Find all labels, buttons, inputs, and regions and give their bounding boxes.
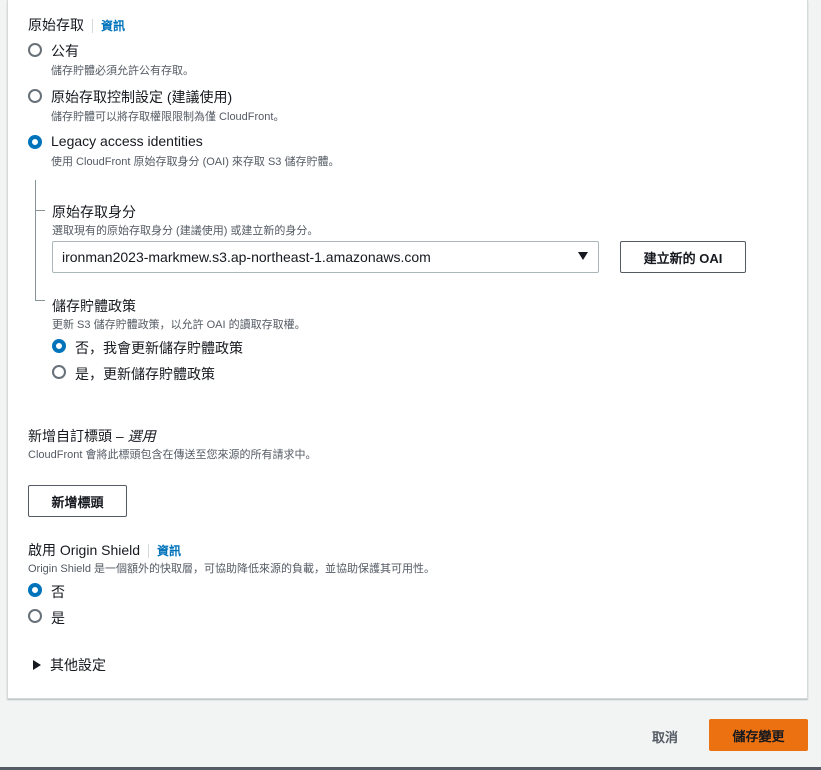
custom-headers-title-text: 新增自訂標頭 – — [28, 428, 124, 444]
public-label: 公有 — [51, 43, 79, 59]
legacy-access-identities-desc: 使用 CloudFront 原始存取身分 (OAI) 來存取 S3 儲存貯體。 — [51, 156, 340, 168]
bucket-policy-title: 儲存貯體政策 — [52, 298, 136, 314]
custom-headers-optional: 選用 — [127, 428, 156, 444]
bucket-policy-desc: 更新 S3 儲存貯體政策，以允許 OAI 的讀取存取權。 — [52, 319, 306, 331]
origin-access-info-link[interactable]: 資訊 — [92, 19, 126, 33]
origin-shield-desc: Origin Shield 是一個額外的快取層，可協助降低來源的負載，並協助保護… — [28, 563, 436, 575]
other-settings-expander[interactable]: 其他設定 — [33, 655, 106, 675]
radio-policy-yes[interactable] — [52, 365, 66, 379]
radio-origin-shield-yes[interactable] — [28, 609, 42, 623]
custom-headers-desc: CloudFront 會將此標頭包含在傳送至您來源的所有請求中。 — [28, 449, 317, 461]
origin-access-control-label: 原始存取控制設定 (建議使用) — [51, 89, 233, 105]
caret-down-icon — [578, 252, 588, 260]
tree-connector-branch-policy — [35, 300, 45, 301]
origin-access-header: 原始存取 資訊 — [28, 15, 126, 35]
other-settings-label: 其他設定 — [50, 657, 106, 673]
radio-origin-access-control[interactable] — [28, 89, 42, 103]
tree-connector-line — [35, 180, 36, 300]
origin-shield-yes-label: 是 — [51, 610, 65, 626]
oai-desc: 選取現有的原始存取身分 (建議使用) 或建立新的身分。 — [52, 225, 319, 237]
origin-shield-info-link[interactable]: 資訊 — [148, 544, 182, 558]
legacy-access-identities-label: Legacy access identities — [51, 133, 203, 149]
origin-shield-header: 啟用 Origin Shield 資訊 — [28, 540, 182, 560]
add-header-button[interactable]: 新增標頭 — [28, 485, 127, 517]
cancel-button[interactable]: 取消 — [652, 727, 678, 746]
oai-select[interactable]: ironman2023-markmew.s3.ap-northeast-1.am… — [52, 241, 599, 273]
oai-selected-value: ironman2023-markmew.s3.ap-northeast-1.am… — [62, 249, 431, 265]
public-desc: 儲存貯體必須允許公有存取。 — [51, 65, 194, 77]
oai-title: 原始存取身分 — [52, 204, 136, 220]
create-new-oai-button[interactable]: 建立新的 OAI — [620, 241, 746, 273]
radio-origin-shield-no[interactable] — [28, 583, 42, 597]
radio-legacy-access-identities[interactable] — [28, 135, 42, 149]
policy-yes-label: 是，更新儲存貯體政策 — [75, 366, 215, 382]
origin-shield-title: 啟用 Origin Shield — [28, 542, 141, 558]
origin-access-title: 原始存取 — [28, 17, 84, 33]
radio-public[interactable] — [28, 43, 42, 57]
radio-policy-no[interactable] — [52, 339, 66, 353]
policy-no-label: 否，我會更新儲存貯體政策 — [75, 340, 243, 356]
caret-right-icon — [33, 660, 41, 670]
custom-headers-title: 新增自訂標頭 – 選用 — [28, 426, 156, 446]
origin-access-control-desc: 儲存貯體可以將存取權限限制為僅 CloudFront。 — [51, 111, 285, 123]
tree-connector-branch-oai — [35, 210, 45, 211]
save-changes-button[interactable]: 儲存變更 — [709, 719, 808, 751]
origin-shield-no-label: 否 — [51, 584, 65, 600]
